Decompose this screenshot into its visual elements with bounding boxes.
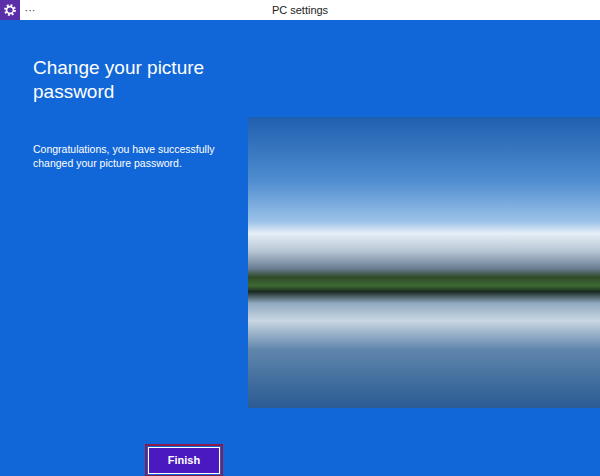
finish-button[interactable]: Finish xyxy=(148,447,220,474)
page-heading: Change your picture password xyxy=(33,56,238,104)
menu-button[interactable]: ··· xyxy=(20,0,40,20)
title-bar: ··· PC settings xyxy=(0,0,600,20)
right-pane xyxy=(248,20,600,476)
settings-page: Change your picture password Congratulat… xyxy=(0,20,600,476)
window-title: PC settings xyxy=(40,0,600,20)
button-row: Finish xyxy=(33,447,248,476)
success-message: Congratulations, you have successfully c… xyxy=(33,142,223,170)
gear-icon[interactable] xyxy=(0,0,20,20)
password-picture xyxy=(248,117,600,408)
left-pane: Change your picture password Congratulat… xyxy=(0,20,248,476)
